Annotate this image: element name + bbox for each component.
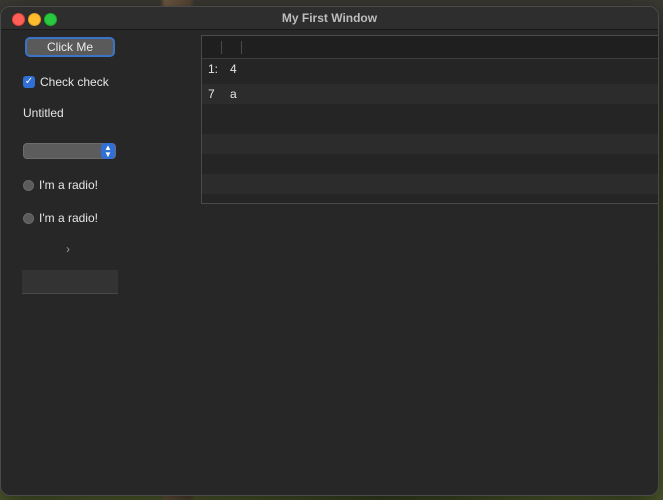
column-divider[interactable] bbox=[221, 41, 222, 54]
table-row[interactable] bbox=[202, 194, 658, 203]
check-check-row[interactable]: ✓ Check check bbox=[23, 74, 109, 90]
radio-option-1[interactable]: I'm a radio! bbox=[23, 177, 98, 193]
table-cell: 1: bbox=[208, 62, 217, 76]
table-row[interactable] bbox=[202, 154, 658, 174]
main-window: My First Window Click Me ✓ Check check U… bbox=[0, 6, 659, 496]
check-check-checkbox[interactable]: ✓ bbox=[23, 76, 35, 88]
table-row[interactable] bbox=[202, 174, 658, 194]
radio-option-2[interactable]: I'm a radio! bbox=[23, 210, 98, 226]
checkmark-icon: ✓ bbox=[24, 76, 34, 87]
radio-button-1[interactable] bbox=[23, 179, 34, 191]
popup-button[interactable]: ▲ ▼ bbox=[23, 143, 116, 159]
up-down-chevron-icon: ▲ ▼ bbox=[101, 143, 115, 159]
column-divider[interactable] bbox=[241, 41, 242, 54]
radio-label-2[interactable]: I'm a radio! bbox=[39, 211, 98, 225]
table-row[interactable] bbox=[202, 134, 658, 154]
table-cell: 7 bbox=[208, 87, 215, 101]
table-row[interactable]: 1: 4 bbox=[202, 59, 658, 79]
table-cell: 4 bbox=[230, 62, 237, 76]
untitled-label: Untitled bbox=[23, 106, 64, 120]
text-field[interactable] bbox=[22, 270, 118, 294]
table-row[interactable] bbox=[202, 104, 658, 124]
table-header bbox=[202, 36, 658, 59]
title-bar[interactable]: My First Window bbox=[1, 7, 658, 30]
check-check-label[interactable]: Check check bbox=[40, 75, 109, 89]
table-cell: a bbox=[230, 87, 237, 101]
table-row[interactable]: 7 a bbox=[202, 84, 658, 104]
window-title: My First Window bbox=[281, 11, 378, 25]
table-view[interactable]: 1: 4 7 a bbox=[201, 35, 658, 204]
click-me-button[interactable]: Click Me bbox=[25, 37, 115, 57]
disclosure-chevron-icon[interactable]: › bbox=[66, 242, 70, 256]
radio-button-2[interactable] bbox=[23, 212, 34, 224]
radio-label-1[interactable]: I'm a radio! bbox=[39, 178, 98, 192]
